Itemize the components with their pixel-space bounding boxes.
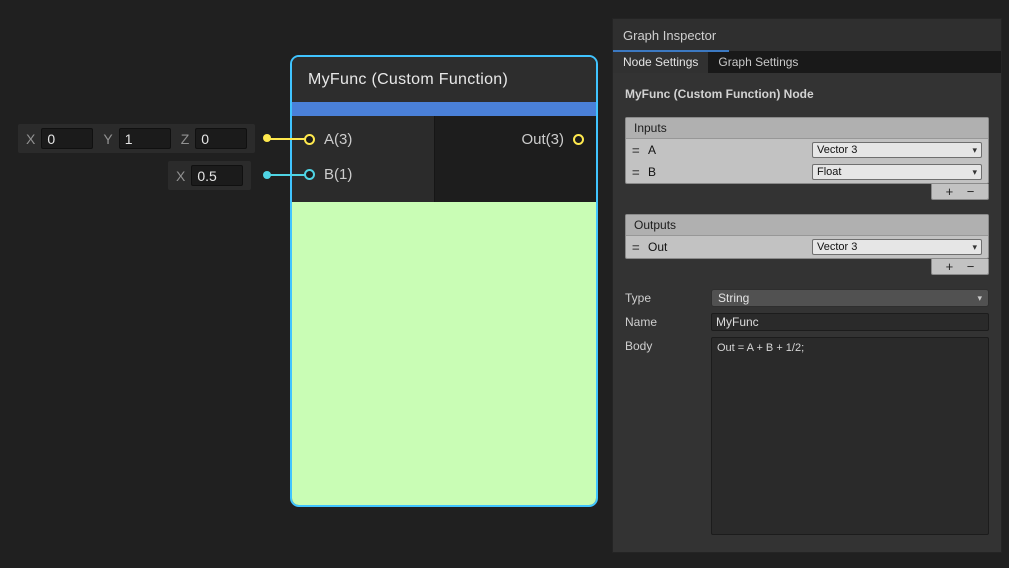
port-out-connector-icon[interactable] xyxy=(573,134,584,145)
float-x-field[interactable] xyxy=(191,165,243,186)
inputs-list-header: Inputs xyxy=(626,118,988,139)
input-row-a[interactable]: = A Vector 3 ▾ xyxy=(626,139,988,161)
input-b-type-dropdown[interactable]: Float ▾ xyxy=(812,164,982,180)
vector3-input-widget: X Y Z xyxy=(18,124,255,153)
inspector-body: MyFunc (Custom Function) Node Inputs = A… xyxy=(613,73,1001,552)
edge-float-to-b[interactable] xyxy=(267,174,305,176)
axis-label-x: X xyxy=(26,131,35,147)
port-a-label: A(3) xyxy=(324,131,352,148)
type-dropdown-value: String xyxy=(718,291,977,305)
outputs-list-controls: + − xyxy=(931,259,989,275)
float-output-port-dot[interactable] xyxy=(263,171,271,179)
body-textarea[interactable]: Out = A + B + 1/2; xyxy=(711,337,989,535)
add-input-button[interactable]: + xyxy=(946,185,954,198)
port-b-connector-icon[interactable] xyxy=(304,169,315,180)
input-a-type-value: Vector 3 xyxy=(817,144,972,156)
port-out-label: Out(3) xyxy=(521,131,564,148)
type-dropdown[interactable]: String ▾ xyxy=(711,289,989,307)
float-input-widget: X xyxy=(168,161,251,190)
output-out-name: Out xyxy=(648,240,812,254)
inputs-list-controls: + − xyxy=(931,184,989,200)
type-row: Type String ▾ xyxy=(625,289,989,307)
tab-node-settings[interactable]: Node Settings xyxy=(613,52,708,73)
vector3-z-field[interactable] xyxy=(195,128,247,149)
name-row: Name xyxy=(625,313,989,331)
port-row-a: A(3) xyxy=(304,128,434,150)
graph-inspector-panel: Graph Inspector Node Settings Graph Sett… xyxy=(612,18,1002,553)
active-window-tab-indicator xyxy=(613,50,729,52)
body-row: Body Out = A + B + 1/2; xyxy=(625,337,989,535)
output-out-type-dropdown[interactable]: Vector 3 ▾ xyxy=(812,239,982,255)
inputs-list-footer: + − xyxy=(625,184,989,200)
remove-output-button[interactable]: − xyxy=(967,260,975,273)
port-b-label: B(1) xyxy=(324,166,352,183)
inputs-list: Inputs = A Vector 3 ▾ = B Float ▾ xyxy=(625,117,989,184)
add-output-button[interactable]: + xyxy=(946,260,954,273)
vector3-output-port-dot[interactable] xyxy=(263,134,271,142)
port-a-connector-icon[interactable] xyxy=(304,134,315,145)
input-b-type-value: Float xyxy=(817,166,972,178)
drag-handle-icon[interactable]: = xyxy=(632,240,648,255)
axis-label-z: Z xyxy=(181,131,190,147)
chevron-down-icon: ▾ xyxy=(972,145,977,156)
output-ports: Out(3) xyxy=(435,116,596,202)
axis-label-x: X xyxy=(176,168,185,184)
port-row-b: B(1) xyxy=(304,163,434,185)
inspector-header[interactable]: Graph Inspector xyxy=(613,19,1001,52)
myfunc-node[interactable]: MyFunc (Custom Function) A(3) B(1) Out(3… xyxy=(290,55,598,507)
node-preview xyxy=(292,202,596,505)
node-title[interactable]: MyFunc (Custom Function) xyxy=(292,57,596,102)
vector3-y-field[interactable] xyxy=(119,128,171,149)
chevron-down-icon: ▾ xyxy=(972,167,977,178)
input-a-type-dropdown[interactable]: Vector 3 ▾ xyxy=(812,142,982,158)
input-a-name: A xyxy=(648,143,812,157)
port-row-out: Out(3) xyxy=(435,128,584,150)
drag-handle-icon[interactable]: = xyxy=(632,165,648,180)
edge-vector3-to-a[interactable] xyxy=(267,138,305,140)
chevron-down-icon: ▾ xyxy=(977,293,982,304)
type-label: Type xyxy=(625,289,711,307)
outputs-list-header: Outputs xyxy=(626,215,988,236)
remove-input-button[interactable]: − xyxy=(967,185,975,198)
chevron-down-icon: ▾ xyxy=(972,242,977,253)
input-row-b[interactable]: = B Float ▾ xyxy=(626,161,988,183)
outputs-list: Outputs = Out Vector 3 ▾ xyxy=(625,214,989,259)
input-ports: A(3) B(1) xyxy=(292,116,435,202)
inspector-title: Graph Inspector xyxy=(613,19,1001,52)
drag-handle-icon[interactable]: = xyxy=(632,143,648,158)
axis-label-y: Y xyxy=(103,131,112,147)
vector3-x-field[interactable] xyxy=(41,128,93,149)
tab-graph-settings[interactable]: Graph Settings xyxy=(708,52,808,73)
input-b-name: B xyxy=(648,165,812,179)
inspector-tabs: Node Settings Graph Settings xyxy=(613,52,1001,73)
node-accent-bar xyxy=(292,102,596,116)
output-row-out[interactable]: = Out Vector 3 ▾ xyxy=(626,236,988,258)
body-label: Body xyxy=(625,337,711,535)
outputs-list-footer: + − xyxy=(625,259,989,275)
node-settings-heading: MyFunc (Custom Function) Node xyxy=(625,87,989,101)
node-ports: A(3) B(1) Out(3) xyxy=(292,116,596,202)
name-input[interactable] xyxy=(711,313,989,331)
name-label: Name xyxy=(625,313,711,331)
output-out-type-value: Vector 3 xyxy=(817,241,972,253)
